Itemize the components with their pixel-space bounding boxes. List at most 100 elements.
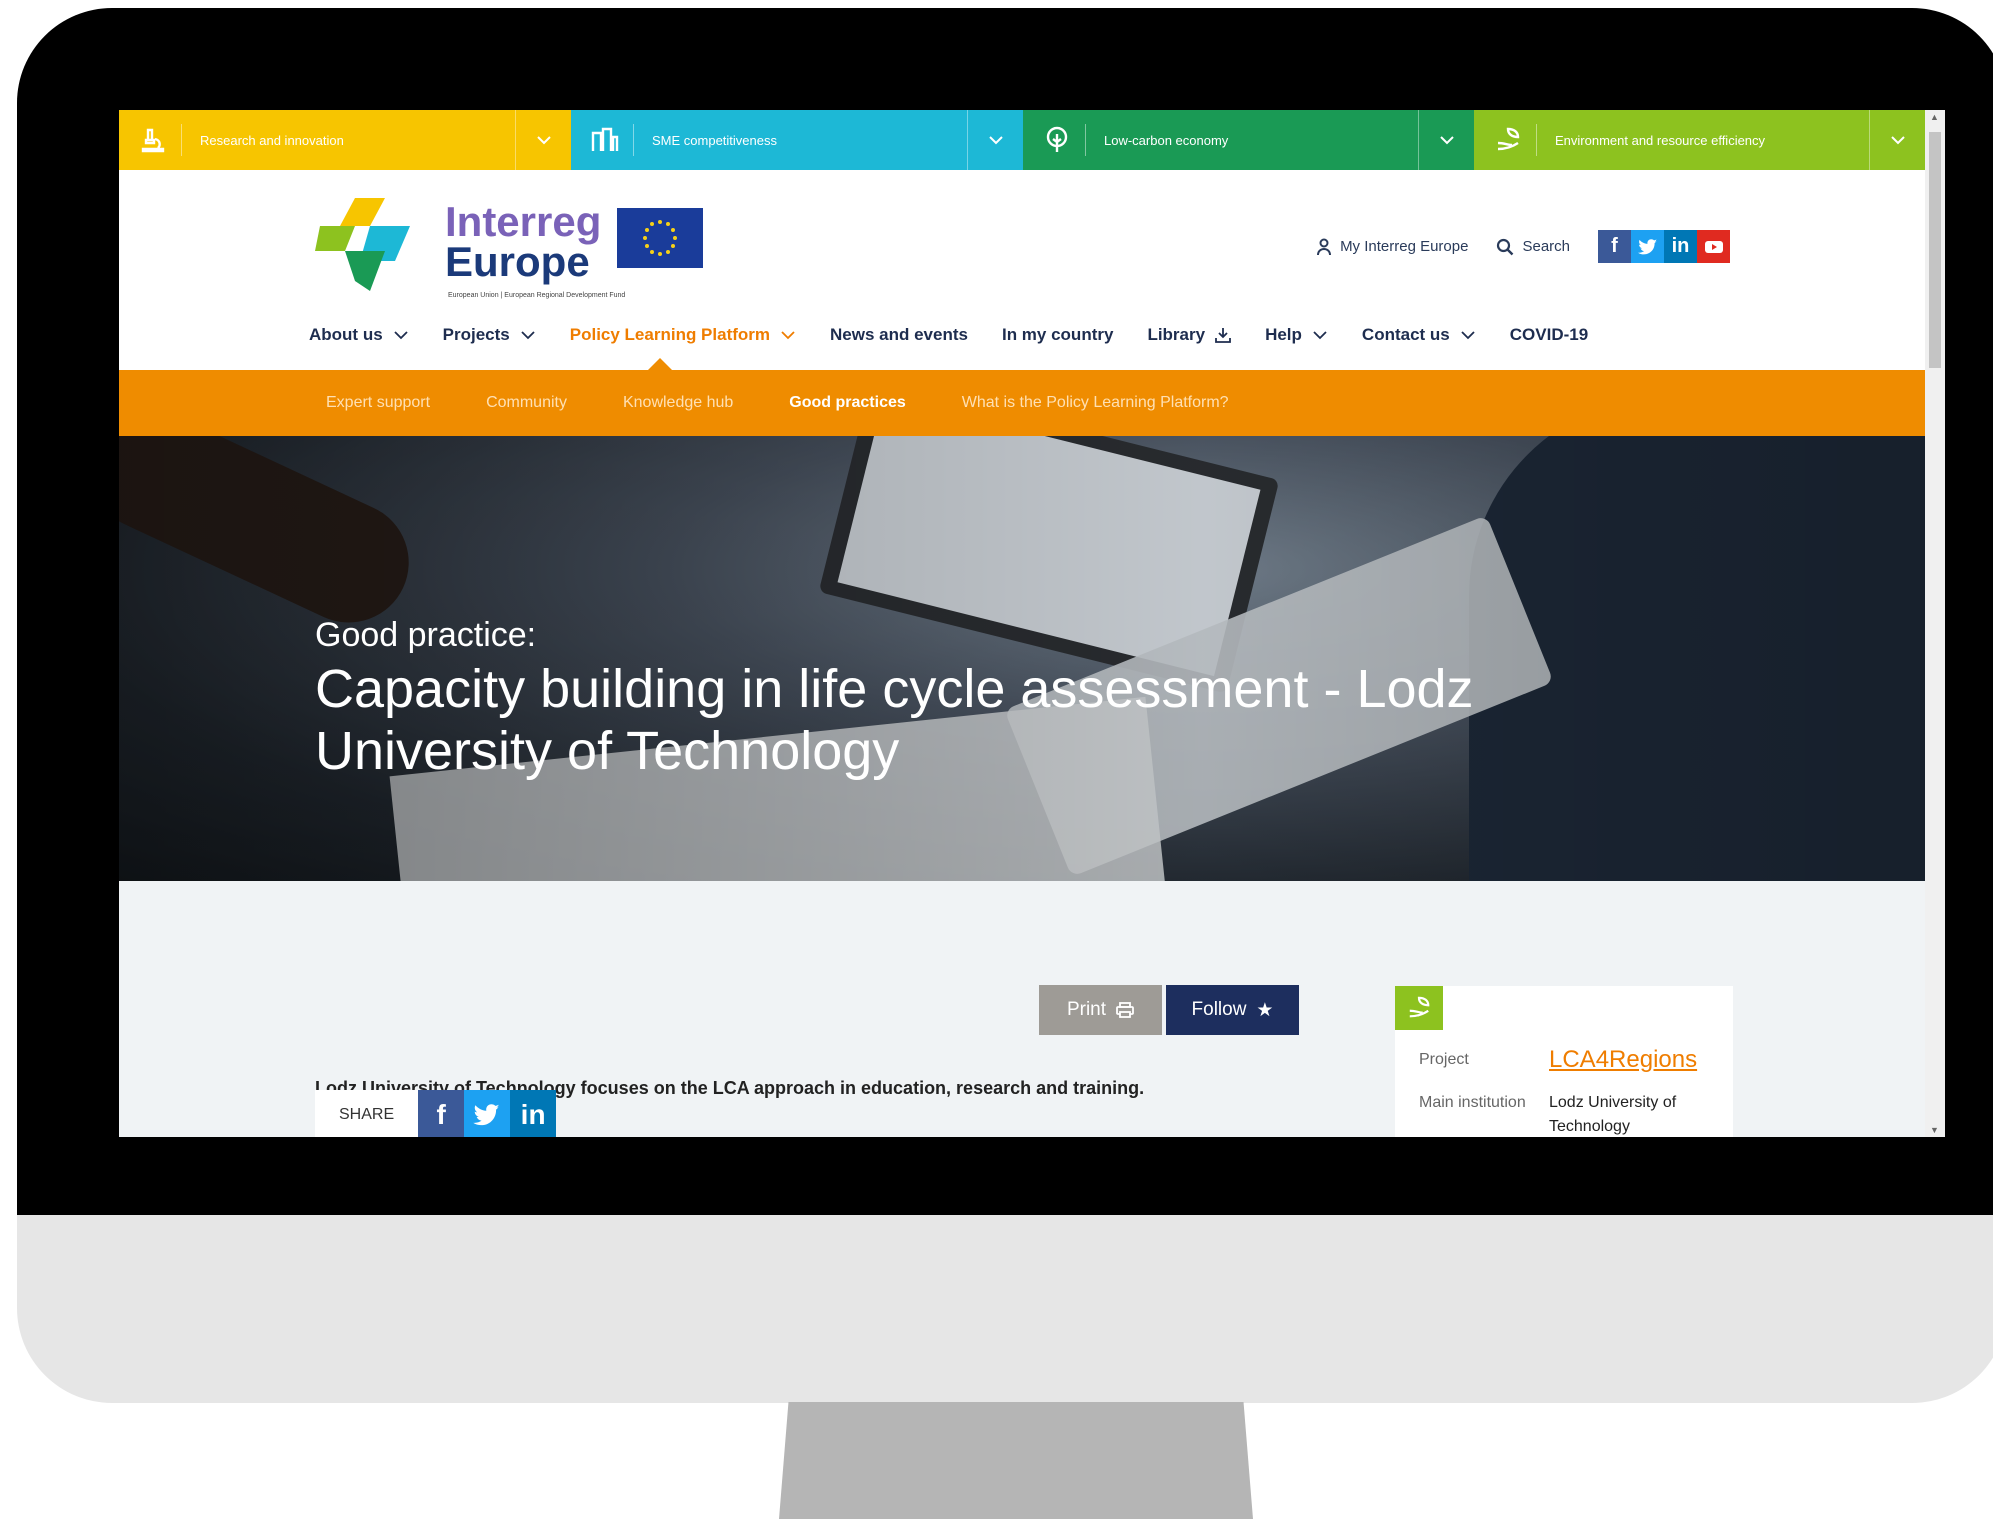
logo-tagline: European Union | European Regional Devel… xyxy=(448,292,626,299)
logo-line2: Europe xyxy=(445,238,590,285)
chevron-down-icon xyxy=(520,330,536,340)
hand-leaf-icon xyxy=(1395,986,1443,1030)
subnav-knowledge-hub[interactable]: Knowledge hub xyxy=(623,394,733,412)
theme-research[interactable]: Research and innovation xyxy=(119,110,571,170)
subnav-community[interactable]: Community xyxy=(486,394,567,412)
scroll-up-icon[interactable]: ▲ xyxy=(1930,112,1939,122)
scrollbar-thumb[interactable] xyxy=(1929,132,1941,368)
share-facebook-icon[interactable]: f xyxy=(418,1090,465,1137)
nav-label: Policy Learning Platform xyxy=(569,325,771,344)
nav-library[interactable]: Library xyxy=(1147,325,1231,345)
separator xyxy=(181,124,182,156)
nav-projects[interactable]: Projects xyxy=(443,325,536,345)
nav-label: COVID-19 xyxy=(1509,325,1589,344)
chevron-down-icon[interactable] xyxy=(515,110,571,170)
library-icon xyxy=(1215,327,1231,343)
printer-icon xyxy=(1116,1002,1134,1018)
scrollbar[interactable]: ▲ ▼ xyxy=(1925,110,1945,1137)
subnav-what-is-plp[interactable]: What is the Policy Learning Platform? xyxy=(962,394,1229,412)
theme-sme[interactable]: SME competitiveness xyxy=(571,110,1023,170)
separator xyxy=(1536,124,1537,156)
browser-viewport: Research and innovation SME competitiven… xyxy=(119,110,1945,1137)
nav-label: Contact us xyxy=(1361,325,1450,344)
chevron-down-icon xyxy=(1312,330,1328,340)
project-key: Project xyxy=(1419,1051,1469,1068)
theme-label: Environment and resource efficiency xyxy=(1555,132,1766,148)
theme-lowcarbon[interactable]: Low-carbon economy xyxy=(1023,110,1474,170)
share-label: SHARE xyxy=(339,1106,395,1123)
theme-environment[interactable]: Environment and resource efficiency xyxy=(1474,110,1925,170)
nav-contact-us[interactable]: Contact us xyxy=(1362,325,1476,345)
nav-label: In my country xyxy=(1001,325,1114,344)
separator xyxy=(633,124,634,156)
subnav-expert-support[interactable]: Expert support xyxy=(326,394,430,412)
facebook-icon[interactable]: f xyxy=(1598,230,1631,263)
institution-value: Lodz University of Technology xyxy=(1549,1094,1677,1135)
nav-covid-19[interactable]: COVID-19 xyxy=(1510,325,1588,345)
project-link[interactable]: LCA4Regions xyxy=(1549,1048,1709,1072)
twitter-icon[interactable] xyxy=(1631,230,1664,263)
my-account-link[interactable]: My Interreg Europe xyxy=(1316,238,1468,256)
separator xyxy=(1085,124,1086,156)
page-title: Capacity building in life cycle assessme… xyxy=(315,659,1474,781)
hand-leaf-icon xyxy=(1492,124,1524,156)
share-linkedin-icon[interactable]: in xyxy=(510,1090,557,1137)
print-label: Print xyxy=(1066,999,1107,1020)
nav-label: Help xyxy=(1265,325,1302,344)
sub-nav: Expert support Community Knowledge hub G… xyxy=(119,370,1925,436)
nav-label: About us xyxy=(309,325,383,344)
theme-bar: Research and innovation SME competitiven… xyxy=(119,110,1925,170)
nav-label: Library xyxy=(1147,325,1206,344)
nav-about-us[interactable]: About us xyxy=(309,325,409,345)
scroll-down-icon[interactable]: ▼ xyxy=(1930,1125,1939,1135)
chevron-down-icon xyxy=(780,330,796,340)
chevron-down-icon[interactable] xyxy=(967,110,1023,170)
logo-mark xyxy=(315,198,410,291)
institution-row: Main institution Lodz University of Tech… xyxy=(1419,1091,1709,1137)
follow-label: Follow xyxy=(1191,999,1247,1020)
theme-label: Low-carbon economy xyxy=(1104,132,1229,148)
print-button[interactable]: Print xyxy=(1039,985,1162,1035)
chevron-down-icon[interactable] xyxy=(1869,110,1925,170)
logo-text: Interreg Europe xyxy=(445,198,602,285)
chevron-down-icon[interactable] xyxy=(1418,110,1474,170)
nav-help[interactable]: Help xyxy=(1265,325,1328,345)
subnav-good-practices[interactable]: Good practices xyxy=(789,394,905,412)
search-link[interactable]: Search xyxy=(1496,238,1570,256)
microscope-icon xyxy=(137,124,169,156)
nav-in-my-country[interactable]: In my country xyxy=(1002,325,1113,345)
interreg-logo[interactable]: Interreg Europe European Union | Europea… xyxy=(315,196,715,308)
my-account-label: My Interreg Europe xyxy=(1340,238,1469,255)
nav-news-and-events[interactable]: News and events xyxy=(830,325,968,345)
follow-button[interactable]: Follow ★ xyxy=(1166,985,1299,1035)
nav-label: News and events xyxy=(830,325,968,344)
theme-label: Research and innovation xyxy=(200,132,344,148)
hero-kicker: Good practice: xyxy=(315,616,537,654)
user-icon xyxy=(1316,238,1332,256)
search-label: Search xyxy=(1522,238,1570,255)
search-icon xyxy=(1496,238,1514,256)
theme-label: SME competitiveness xyxy=(652,132,777,148)
buildings-icon xyxy=(589,124,621,156)
project-row: Project LCA4Regions xyxy=(1419,1048,1709,1072)
tree-icon xyxy=(1041,124,1073,156)
logo-line1: Interreg xyxy=(445,198,602,245)
eu-flag-icon xyxy=(617,208,703,268)
star-icon: ★ xyxy=(1256,999,1274,1021)
site-header: Interreg Europe European Union | Europea… xyxy=(119,170,1925,370)
youtube-icon[interactable] xyxy=(1697,230,1730,263)
nav-policy-learning-platform[interactable]: Policy Learning Platform xyxy=(570,325,796,345)
monitor-frame: Research and innovation SME competitiven… xyxy=(17,8,1993,1403)
project-info-card: Project LCA4Regions Main institution Lod… xyxy=(1395,986,1733,1137)
nav-label: Projects xyxy=(442,325,510,344)
social-links: f in xyxy=(1598,230,1730,263)
chevron-down-icon xyxy=(1460,330,1476,340)
main-nav: About us Projects Policy Learning Platfo… xyxy=(309,325,1622,345)
share-twitter-icon[interactable] xyxy=(464,1090,511,1137)
utility-nav: My Interreg Europe Search f in xyxy=(1288,230,1730,263)
institution-key: Main institution xyxy=(1419,1094,1526,1111)
chevron-down-icon xyxy=(393,330,409,340)
linkedin-icon[interactable]: in xyxy=(1664,230,1697,263)
share-bar: SHARE f in xyxy=(315,1090,557,1137)
hero-banner: Good practice: Capacity building in life… xyxy=(119,436,1925,881)
